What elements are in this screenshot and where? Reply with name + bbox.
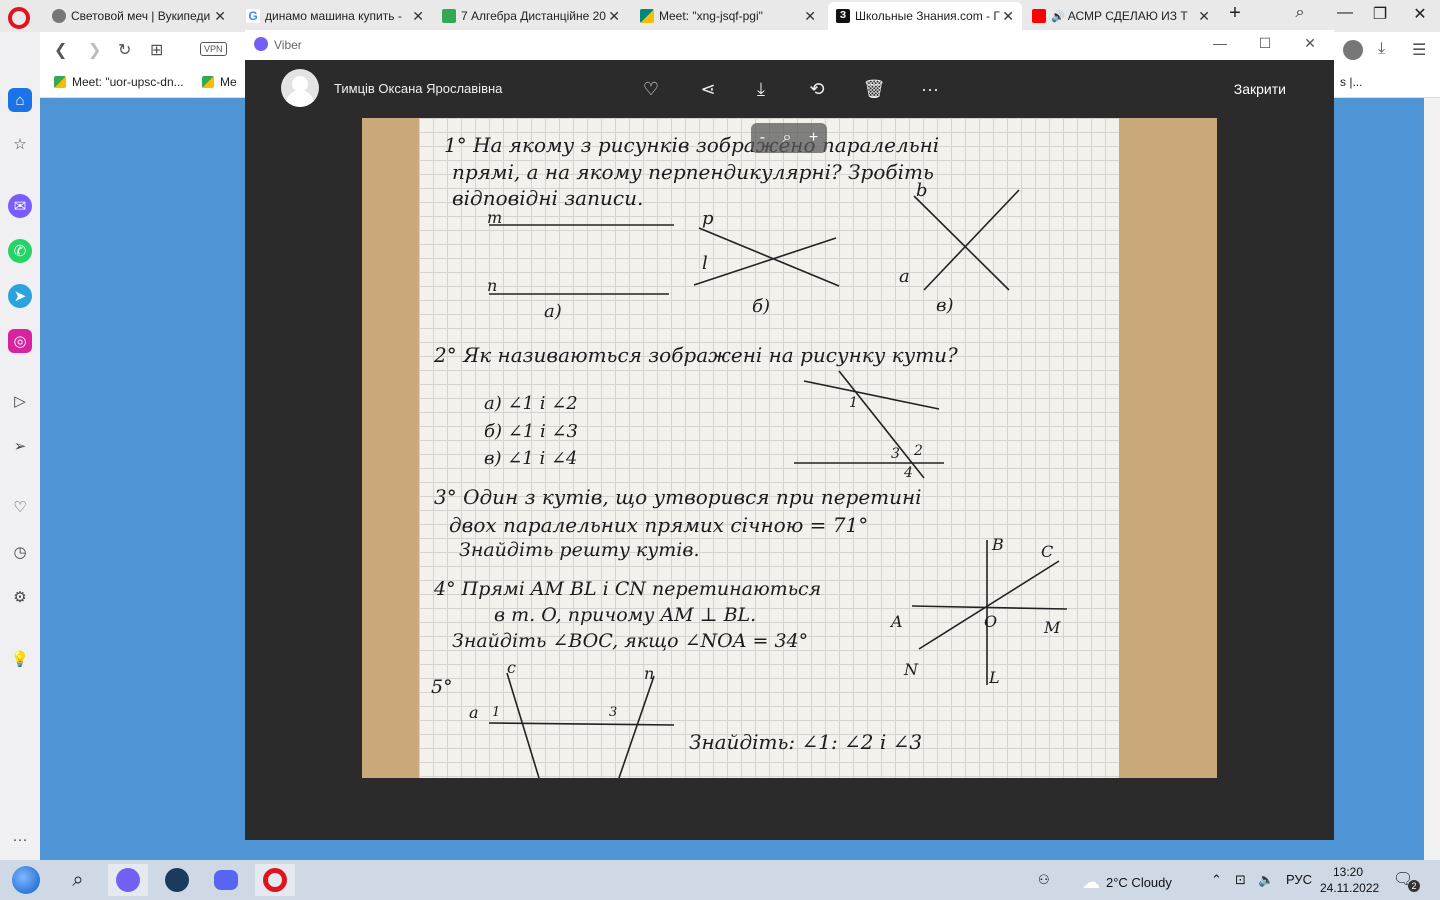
zoom-controls: - ⌕ + bbox=[751, 123, 827, 153]
youtube-favicon-icon bbox=[1032, 9, 1046, 23]
browser-tab-active[interactable]: З Школьные Знания.com - Г ✕ bbox=[828, 2, 1022, 30]
steam-icon bbox=[165, 868, 189, 892]
zoom-out-button[interactable]: - bbox=[760, 129, 765, 147]
close-icon[interactable]: ✕ bbox=[412, 8, 424, 25]
browser-tab[interactable]: 🔊 АСМР СДЕЛАЮ ИЗ ТЕ ✕ bbox=[1024, 2, 1218, 30]
close-icon[interactable]: ✕ bbox=[1198, 8, 1210, 25]
close-icon[interactable]: ✕ bbox=[1002, 8, 1014, 25]
opera-logo-icon[interactable] bbox=[8, 7, 30, 29]
meet-icon bbox=[54, 76, 66, 88]
browser-tab[interactable]: 7 Алгебра Дистанційне 20 ✕ bbox=[434, 2, 628, 30]
language-indicator[interactable]: РУС bbox=[1286, 872, 1312, 887]
contact-name: Тимців Оксана Ярославівна bbox=[334, 81, 503, 96]
media-viewer-toolbar: Тимців Оксана Ярославівна ♡ ⋖ ⤓ ⟲ 🗑 ··· … bbox=[245, 60, 1334, 118]
download-icon[interactable]: ⤓ bbox=[748, 76, 774, 102]
search-icon[interactable]: ⌕ bbox=[1285, 4, 1315, 22]
viber-icon bbox=[116, 868, 140, 892]
messenger-icon[interactable]: ✉ bbox=[8, 194, 32, 218]
bookmark-item[interactable]: Me bbox=[202, 75, 237, 89]
history-icon[interactable]: ◷ bbox=[8, 540, 32, 564]
cloud-icon: ☁ bbox=[1082, 872, 1100, 892]
bookmark-item[interactable]: s |... bbox=[1340, 75, 1362, 89]
restore-button[interactable]: ❐ bbox=[1365, 4, 1395, 24]
forward-button[interactable]: ❯ bbox=[88, 40, 101, 60]
bookmark-item[interactable]: Meet: "uor-upsc-dn... bbox=[54, 75, 184, 89]
minimize-button[interactable]: — bbox=[1208, 35, 1232, 51]
browser-tab[interactable]: Световой меч | Вукипеди ✕ bbox=[44, 2, 234, 30]
google-favicon-icon: G bbox=[246, 9, 260, 23]
close-viewer-button[interactable]: Закрити bbox=[1234, 81, 1286, 97]
instagram-icon[interactable]: ◎ bbox=[8, 329, 32, 353]
taskbar-opera[interactable] bbox=[255, 864, 295, 896]
lightbulb-icon[interactable]: 💡 bbox=[8, 647, 32, 671]
network-icon[interactable]: ⊡ bbox=[1235, 872, 1246, 888]
send-icon[interactable]: ➢ bbox=[8, 434, 32, 458]
opera-icon bbox=[263, 868, 287, 892]
close-window-button[interactable]: ✕ bbox=[1405, 4, 1435, 24]
settings-icon[interactable]: ⚙ bbox=[8, 585, 32, 609]
taskbar-viber[interactable] bbox=[108, 864, 148, 896]
viber-window: Viber — ☐ ✕ Тимців Оксана Ярославівна ♡ … bbox=[245, 30, 1334, 840]
download-icon[interactable]: ⤓ bbox=[1378, 40, 1385, 58]
vpn-badge[interactable]: VPN bbox=[200, 42, 227, 56]
close-window-button[interactable]: ✕ bbox=[1298, 35, 1322, 52]
maximize-button[interactable]: ☐ bbox=[1253, 35, 1277, 52]
browser-tab[interactable]: G динамо машина купить - ✕ bbox=[238, 2, 432, 30]
heart-icon[interactable]: ♡ bbox=[638, 76, 664, 102]
wiki-favicon-icon bbox=[52, 9, 66, 23]
weather-widget[interactable]: ☁ 2°C Cloudy bbox=[1082, 872, 1172, 893]
meet-favicon-icon bbox=[640, 9, 654, 23]
player-icon[interactable]: ▷ bbox=[8, 389, 32, 413]
viber-logo-icon bbox=[254, 37, 268, 51]
home-icon[interactable]: ⌂ bbox=[8, 88, 32, 112]
discord-icon bbox=[214, 870, 238, 890]
star-icon[interactable]: ☆ bbox=[8, 132, 32, 156]
rotate-icon[interactable]: ⟲ bbox=[804, 76, 830, 102]
reload-button[interactable]: ↻ bbox=[118, 40, 131, 60]
minimize-button[interactable]: — bbox=[1330, 4, 1360, 22]
heart-icon[interactable]: ♡ bbox=[8, 495, 32, 519]
close-icon[interactable]: ✕ bbox=[608, 8, 620, 25]
taskbar-discord[interactable] bbox=[206, 864, 246, 896]
avatar bbox=[281, 69, 319, 107]
browser-tab-bar: Световой меч | Вукипеди ✕ G динамо машин… bbox=[0, 0, 1440, 32]
telegram-icon[interactable]: ➤ bbox=[8, 284, 32, 308]
taskbar-steam[interactable] bbox=[157, 864, 197, 896]
zoom-in-button[interactable]: + bbox=[809, 129, 818, 147]
windows-taskbar: ⌕ ⚇ ☁ 2°C Cloudy ⌃ ⊡ 🔈 РУС 13:20 24.11.2… bbox=[0, 860, 1440, 900]
close-icon[interactable]: ✕ bbox=[804, 8, 816, 25]
meet-icon bbox=[202, 76, 214, 88]
trash-icon[interactable]: 🗑 bbox=[861, 76, 887, 102]
opera-sidebar: ⌂ ☆ ✉ ✆ ➤ ◎ ▷ ➢ ♡ ◷ ⚙ 💡 ··· bbox=[0, 32, 40, 860]
start-button[interactable] bbox=[6, 864, 46, 896]
znanija-favicon-icon: З bbox=[836, 9, 850, 23]
page-scrollbar[interactable] bbox=[1424, 98, 1440, 860]
whatsapp-icon[interactable]: ✆ bbox=[8, 239, 32, 263]
new-tab-button[interactable]: + bbox=[1220, 2, 1250, 25]
search-icon[interactable]: ⌕ bbox=[58, 864, 98, 896]
speaker-icon[interactable]: 🔊 bbox=[1051, 10, 1065, 23]
tabs-grid-icon[interactable]: ⊞ bbox=[150, 40, 163, 60]
classroom-favicon-icon bbox=[442, 9, 456, 23]
menu-icon[interactable]: ☰ bbox=[1412, 40, 1426, 60]
notification-count-badge: 2 bbox=[1408, 880, 1420, 892]
avatar[interactable] bbox=[1343, 40, 1363, 60]
grid-paper: 1° На якому з рисунків зображено паралел… bbox=[419, 118, 1119, 778]
back-button[interactable]: ❮ bbox=[54, 40, 67, 60]
zoom-icon: ⌕ bbox=[782, 129, 792, 146]
volume-icon[interactable]: 🔈 bbox=[1258, 872, 1274, 888]
windows-logo-icon bbox=[12, 866, 40, 894]
close-icon[interactable]: ✕ bbox=[214, 8, 226, 25]
share-icon[interactable]: ⋖ bbox=[695, 76, 721, 102]
more-icon[interactable]: ··· bbox=[917, 76, 943, 102]
more-icon[interactable]: ··· bbox=[8, 827, 32, 851]
chevron-up-icon[interactable]: ⌃ bbox=[1211, 872, 1222, 888]
clock[interactable]: 13:20 24.11.2022 bbox=[1320, 864, 1379, 896]
photo-image: 1° На якому з рисунків зображено паралел… bbox=[362, 118, 1217, 778]
viber-title-bar: Viber — ☐ ✕ bbox=[245, 30, 1334, 60]
browser-tab[interactable]: Meet: "xng-jsqf-pgi" ✕ bbox=[632, 2, 824, 30]
people-icon[interactable]: ⚇ bbox=[1038, 872, 1050, 888]
